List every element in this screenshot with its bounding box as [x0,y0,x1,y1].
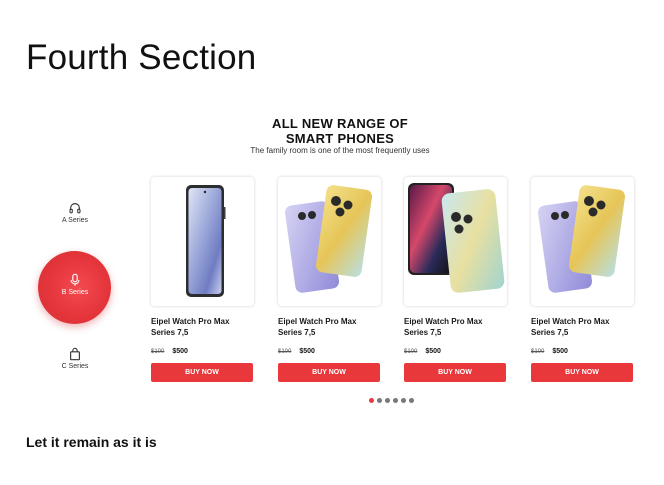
product-card[interactable]: Eipel Watch Pro Max Series 7,5 $100 $500… [531,177,634,382]
product-title: Eipel Watch Pro Max Series 7,5 [531,317,610,337]
old-price: $100 [278,349,292,355]
product-image [404,177,507,306]
old-price: $100 [404,349,418,355]
carousel-dot[interactable] [377,398,382,403]
product-image [531,177,634,306]
series-tab-label: A Series [61,217,89,224]
microphone-icon [70,273,80,286]
current-price: $500 [172,348,188,355]
shopping-bag-icon [70,347,80,361]
carousel-dot[interactable] [385,398,390,403]
product-title: Eipel Watch Pro Max Series 7,5 [151,317,230,337]
series-tab-label: C Series [61,363,89,370]
phone-image [284,185,372,293]
headphones-icon [69,203,81,214]
promo-title: ALL NEW RANGE OF SMART PHONES [150,116,530,146]
old-price: $100 [531,349,545,355]
product-title: Eipel Watch Pro Max Series 7,5 [278,317,357,337]
product-title: Eipel Watch Pro Max Series 7,5 [404,317,483,337]
product-prices: $100 $500 [531,348,634,355]
product-image [278,177,381,306]
carousel-pagination [369,398,414,403]
series-tab-b[interactable]: B Series [38,251,112,324]
buy-now-button[interactable]: BUY NOW [531,363,633,382]
product-prices: $100 $500 [404,348,507,355]
phone-image [408,183,505,293]
footnote-text: Let it remain as it is [26,434,157,450]
buy-now-button[interactable]: BUY NOW [404,363,506,382]
current-price: $500 [552,348,568,355]
series-tab-a[interactable]: A Series [38,201,112,224]
promo-title-line-1: ALL NEW RANGE OF [272,116,408,131]
carousel-dot[interactable] [369,398,374,403]
product-card[interactable]: Eipel Watch Pro Max Series 7,5 $100 $500… [278,177,381,382]
product-image [151,177,254,306]
phone-image [186,185,226,297]
phone-image [537,185,625,293]
carousel-dot[interactable] [409,398,414,403]
series-tab-c[interactable]: C Series [38,347,112,370]
series-tab-label: B Series [61,289,89,296]
carousel-dot[interactable] [393,398,398,403]
product-card[interactable]: Eipel Watch Pro Max Series 7,5 $100 $500… [404,177,507,382]
carousel-dot[interactable] [401,398,406,403]
product-prices: $100 $500 [151,348,254,355]
buy-now-button[interactable]: BUY NOW [151,363,253,382]
old-price: $100 [151,349,165,355]
current-price: $500 [299,348,315,355]
product-card[interactable]: Eipel Watch Pro Max Series 7,5 $100 $500… [151,177,254,382]
current-price: $500 [425,348,441,355]
page-title: Fourth Section [26,38,257,77]
promo-subtitle: The family room is one of the most frequ… [250,146,430,155]
buy-now-button[interactable]: BUY NOW [278,363,380,382]
promo-title-line-2: SMART PHONES [285,131,395,146]
product-prices: $100 $500 [278,348,381,355]
